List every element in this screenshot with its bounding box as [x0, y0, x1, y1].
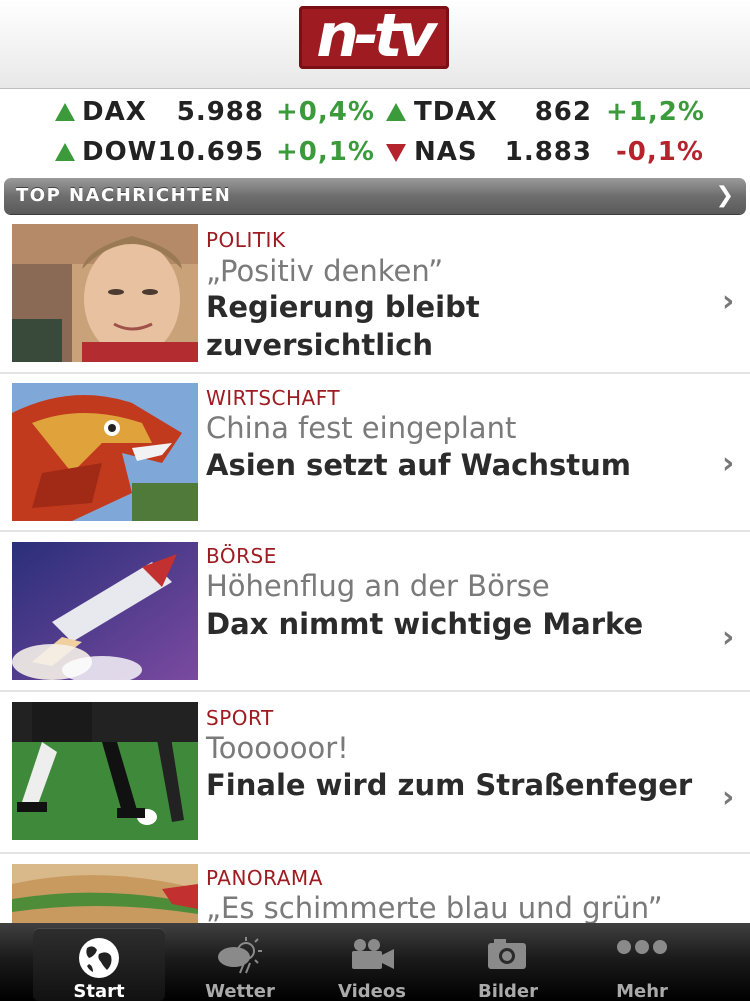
ticker-change-dax: +0,4%: [276, 97, 375, 127]
article-headline: Asien setzt auf Wachstum: [206, 448, 631, 482]
article-category: WIRTSCHAFT: [206, 386, 341, 410]
news-item-politik[interactable]: POLITIK „Positiv denken” Regierung bleib…: [0, 222, 750, 374]
ticker-value-nas: 1.883: [504, 137, 592, 167]
globe-icon: [79, 938, 119, 978]
article-headline: Regierung bleibt zuversichtlich: [206, 290, 480, 362]
article-subtitle: Höhenflug an der Börse: [206, 569, 550, 603]
tdax-up-arrow-icon: [386, 103, 406, 121]
article-thumbnail-wirtschaft: [12, 383, 198, 521]
video-camera-icon: [352, 939, 394, 969]
photo-camera-icon: [488, 939, 526, 969]
top-news-section-header[interactable]: TOP NACHRICHTEN ❯: [4, 178, 746, 214]
section-title: TOP NACHRICHTEN: [16, 185, 232, 206]
article-category: POLITIK: [206, 228, 286, 252]
chevron-right-icon: ›: [722, 620, 735, 655]
news-item-panorama[interactable]: PANORAMA „Es schimmerte blau und grün”: [0, 854, 750, 924]
chevron-right-icon: ›: [722, 284, 735, 319]
article-category: SPORT: [206, 706, 274, 730]
tab-bilder[interactable]: Bilder: [434, 923, 582, 1001]
ntv-logo-text: n-tv: [316, 1, 436, 71]
market-ticker[interactable]: DAX 5.988 +0,4% TDAX 862 +1,2% DOW 10.69…: [0, 89, 750, 210]
ticker-value-tdax: 862: [534, 97, 592, 127]
article-thumbnail-sport: [12, 702, 198, 840]
ticker-change-nas: -0,1%: [616, 137, 704, 167]
article-subtitle: Toooooor!: [206, 731, 349, 765]
article-subtitle: „Positiv denken”: [206, 254, 444, 288]
tab-label: Videos: [338, 981, 406, 1002]
ticker-change-tdax: +1,2%: [606, 97, 705, 127]
tab-videos[interactable]: Videos: [298, 923, 446, 1001]
article-subtitle: China fest eingeplant: [206, 411, 517, 445]
tab-wetter[interactable]: Wetter: [166, 923, 314, 1001]
dow-up-arrow-icon: [55, 143, 75, 161]
ticker-change-dow: +0,1%: [276, 137, 375, 167]
weather-icon: [218, 937, 262, 974]
tab-label: Mehr: [616, 981, 668, 1002]
tab-label: Wetter: [205, 981, 275, 1002]
app-header: n-tv: [0, 0, 750, 89]
article-thumbnail-panorama: [12, 864, 198, 924]
article-category: BÖRSE: [206, 544, 277, 568]
article-headline: Dax nimmt wichtige Marke: [206, 607, 644, 641]
tab-bar: Start Wetter Videos Bilder Mehr: [0, 923, 750, 1001]
article-headline: Finale wird zum Straßenfeger: [206, 768, 693, 802]
tab-mehr[interactable]: Mehr: [568, 923, 716, 1001]
news-item-sport[interactable]: SPORT Toooooor! Finale wird zum Straßenf…: [0, 692, 750, 854]
ticker-value-dax: 5.988: [176, 97, 264, 127]
news-item-boerse[interactable]: BÖRSE Höhenflug an der Börse Dax nimmt w…: [0, 532, 750, 692]
chevron-right-icon: ›: [722, 780, 735, 815]
more-dots-icon: [617, 940, 667, 954]
ticker-name-nas: NAS: [414, 137, 478, 167]
nas-down-arrow-icon: [386, 144, 406, 162]
ticker-value-dow: 10.695: [157, 137, 264, 167]
ntv-logo[interactable]: n-tv: [299, 1, 449, 71]
dax-up-arrow-icon: [55, 103, 75, 121]
article-category: PANORAMA: [206, 866, 323, 890]
article-thumbnail-politik: [12, 224, 198, 362]
ticker-name-dow: DOW: [82, 137, 158, 167]
article-subtitle: „Es schimmerte blau und grün”: [206, 891, 663, 924]
ticker-name-tdax: TDAX: [414, 97, 498, 127]
news-item-wirtschaft[interactable]: WIRTSCHAFT China fest eingeplant Asien s…: [0, 374, 750, 532]
chevron-right-icon: ❯: [715, 183, 734, 208]
chevron-right-icon: ›: [722, 446, 735, 481]
tab-label: Start: [73, 981, 125, 1002]
tab-start[interactable]: Start: [33, 928, 165, 1001]
ticker-name-dax: DAX: [82, 97, 147, 127]
article-thumbnail-boerse: [12, 542, 198, 680]
tab-label: Bilder: [477, 981, 539, 1002]
